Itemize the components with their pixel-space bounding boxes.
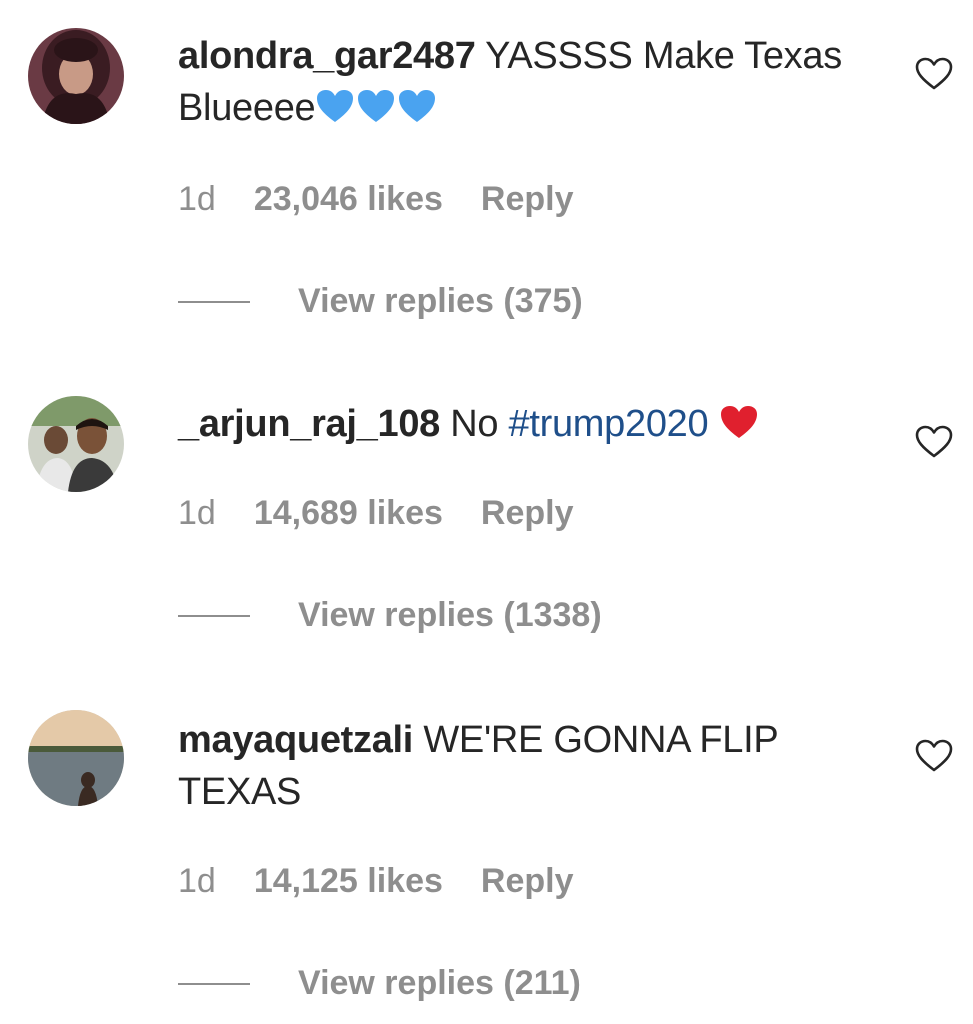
heart-outline-icon[interactable] — [914, 424, 954, 460]
comment-time: 1d — [178, 494, 216, 532]
comment-meta: 1d 14,125 likes Reply — [178, 862, 573, 901]
comment-username[interactable]: mayaquetzali — [178, 719, 413, 761]
avatar-photo-icon — [28, 396, 124, 492]
likes-count[interactable]: 14,689 likes — [254, 494, 443, 533]
avatar-photo-icon — [28, 28, 124, 124]
comment-time: 1d — [178, 180, 216, 218]
avatar-arjun[interactable] — [28, 396, 124, 492]
heart-outline-icon[interactable] — [914, 738, 954, 774]
replies-divider — [178, 300, 250, 303]
reply-button[interactable]: Reply — [481, 494, 574, 533]
comment-time: 1d — [178, 862, 216, 900]
avatar-alondra[interactable] — [28, 28, 124, 124]
view-replies-row[interactable]: View replies (211) — [178, 964, 581, 1003]
comment-body: No — [450, 403, 499, 445]
heart-outline-icon[interactable] — [914, 56, 954, 92]
comment-meta: 1d 23,046 likes Reply — [178, 180, 573, 219]
red-heart-icon — [720, 406, 757, 438]
hashtag-link[interactable]: #trump2020 — [509, 403, 709, 445]
replies-divider — [178, 614, 250, 617]
reply-button[interactable]: Reply — [481, 862, 574, 901]
replies-divider — [178, 982, 250, 985]
blue-heart-icon — [399, 90, 436, 122]
blue-heart-icon — [317, 90, 354, 122]
comment-text: alondra_gar2487 YASSSS Make Texas Blueee… — [178, 30, 878, 134]
comment-text: _arjun_raj_108 No #trump2020 — [178, 398, 878, 450]
blue-hearts-emoji — [315, 88, 437, 124]
reply-button[interactable]: Reply — [481, 180, 574, 219]
avatar-mayaquetzali[interactable] — [28, 710, 124, 806]
likes-count[interactable]: 14,125 likes — [254, 862, 443, 901]
view-replies-button[interactable]: View replies (1338) — [298, 596, 602, 635]
likes-count[interactable]: 23,046 likes — [254, 180, 443, 219]
comment-username[interactable]: alondra_gar2487 — [178, 35, 476, 77]
view-replies-row[interactable]: View replies (1338) — [178, 596, 602, 635]
comment-meta: 1d 14,689 likes Reply — [178, 494, 573, 533]
view-replies-button[interactable]: View replies (375) — [298, 282, 583, 321]
red-heart-emoji — [719, 404, 759, 440]
view-replies-button[interactable]: View replies (211) — [298, 964, 581, 1003]
comment-text: mayaquetzali WE'RE GONNA FLIP TEXAS — [178, 714, 878, 818]
comment-username[interactable]: _arjun_raj_108 — [178, 403, 440, 445]
view-replies-row[interactable]: View replies (375) — [178, 282, 583, 321]
blue-heart-icon — [358, 90, 395, 122]
avatar-photo-icon — [28, 710, 124, 806]
